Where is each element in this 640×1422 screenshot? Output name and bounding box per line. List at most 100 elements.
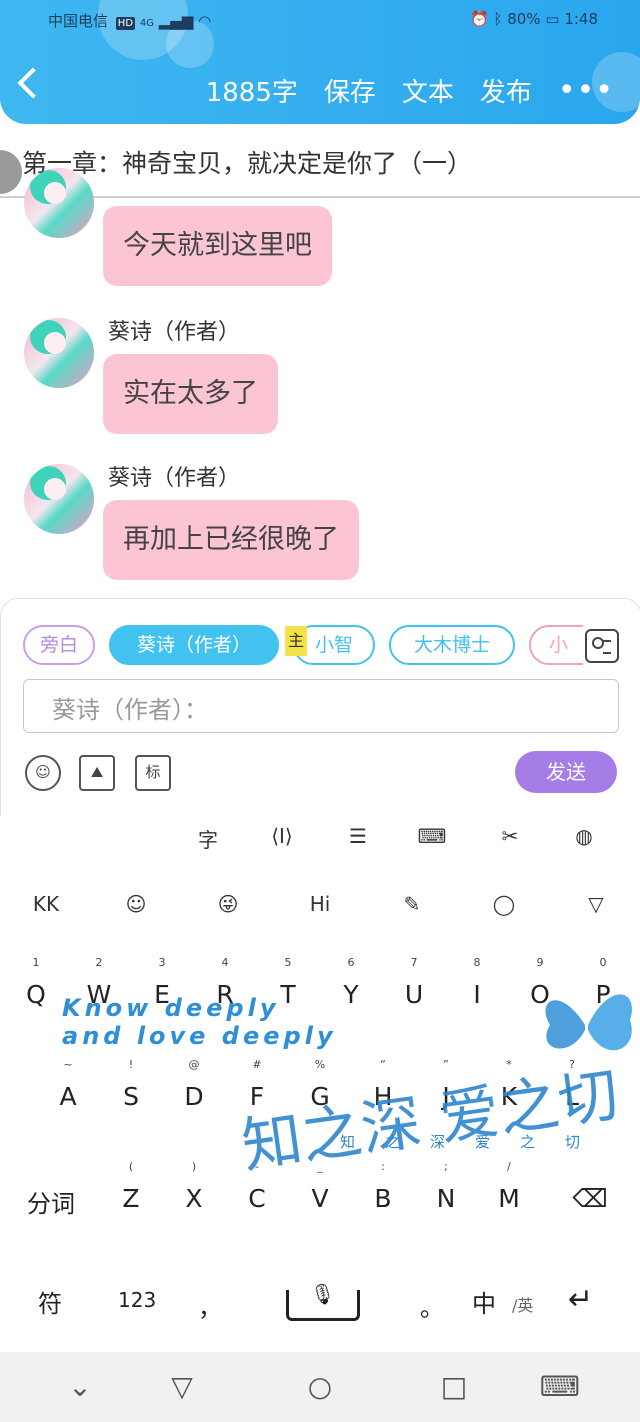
network-label: 4G: [139, 18, 154, 29]
message-author: 葵诗（作者）: [108, 466, 241, 491]
main-role-tag: 主: [285, 626, 307, 656]
alarm-icon: ⏰: [469, 10, 489, 28]
key-hint: %: [314, 1058, 326, 1071]
key-m[interactable]: / M: [489, 1160, 529, 1213]
period-key[interactable]: 。: [420, 1288, 444, 1323]
key-hint: (: [128, 1160, 134, 1173]
image-icon[interactable]: ⛰: [79, 755, 115, 791]
key-hint: “: [380, 1058, 386, 1071]
input-placeholder: 葵诗（作者）：: [52, 696, 208, 724]
emoji-face-icon[interactable]: ☺: [116, 884, 156, 924]
message-bubble[interactable]: 今天就到这里吧: [103, 206, 332, 286]
role-chip-author[interactable]: 葵诗（作者）: [109, 625, 279, 665]
search-icon[interactable]: ◯: [484, 884, 524, 924]
key-i[interactable]: 8I: [457, 956, 497, 1009]
role-chip-professor[interactable]: 大木博士: [389, 625, 515, 665]
key-hint: ;: [444, 1160, 448, 1173]
send-button[interactable]: 发送: [515, 751, 617, 793]
avatar[interactable]: [24, 464, 94, 534]
chinese-key[interactable]: 中: [472, 1284, 496, 1319]
key-hint: !: [128, 1058, 134, 1071]
clock: 1:48: [564, 10, 598, 28]
message-bubble[interactable]: 实在太多了: [103, 354, 278, 434]
avatar[interactable]: [24, 318, 94, 388]
key-u[interactable]: 7U: [394, 956, 434, 1009]
clipboard-icon[interactable]: ☰: [338, 824, 378, 848]
cursor-icon[interactable]: ⟨I⟩: [262, 824, 302, 848]
recents-nav-icon[interactable]: □: [424, 1352, 484, 1422]
save-button[interactable]: 保存: [324, 72, 376, 109]
more-icon[interactable]: •••: [558, 73, 614, 108]
key-q[interactable]: 1Q: [16, 956, 56, 1009]
keyboard-watermark-small: 知之深爱之切: [340, 1133, 611, 1151]
key-c[interactable]: -C: [237, 1160, 277, 1213]
english-key[interactable]: /英: [512, 1292, 533, 1316]
key-x[interactable]: ) X: [174, 1160, 214, 1213]
key-n[interactable]: ; N: [426, 1160, 466, 1213]
message-bubble[interactable]: 再加上已经很晚了: [103, 500, 359, 580]
hide-keyboard-icon[interactable]: ⌄: [50, 1352, 110, 1422]
message-input[interactable]: 葵诗（作者）：: [23, 679, 619, 733]
back-icon[interactable]: [17, 67, 49, 99]
system-nav-bar: ⌄ ▽ ○ □ ⌨: [0, 1352, 640, 1422]
key-hint: ~: [63, 1058, 73, 1071]
key-hint: /: [507, 1160, 511, 1173]
text-button[interactable]: 文本: [402, 72, 454, 109]
role-list-icon[interactable]: [585, 629, 619, 663]
numbers-key[interactable]: 123: [118, 1288, 156, 1312]
avatar[interactable]: [24, 168, 94, 238]
enter-icon[interactable]: ↵: [568, 1282, 593, 1317]
skin-icon[interactable]: ✎: [392, 884, 432, 924]
comma-key[interactable]: ，: [198, 1288, 222, 1323]
symbols-key[interactable]: 符: [38, 1284, 62, 1319]
key-z[interactable]: (Z: [111, 1160, 151, 1213]
backspace-icon[interactable]: ⌫: [566, 1184, 614, 1213]
cut-icon[interactable]: ✂: [490, 824, 530, 848]
segment-key[interactable]: 分词: [16, 1184, 86, 1219]
emoticon-icon[interactable]: 😜: [208, 884, 248, 924]
key-a[interactable]: ~ A: [48, 1058, 88, 1111]
message-author: 葵诗（作者）: [108, 320, 241, 345]
bluetooth-icon: ᛒ: [493, 10, 503, 28]
key-y[interactable]: 6Y: [331, 956, 371, 1009]
key-hint: 3: [158, 956, 166, 969]
key-hint: 4: [221, 956, 229, 969]
carrier-label: 中国电信: [48, 12, 109, 30]
handwriting-icon[interactable]: 字: [188, 824, 228, 853]
keyboard-layout-icon[interactable]: ⌨: [412, 824, 452, 848]
key-hint: 8: [473, 956, 481, 969]
key-hint: 5: [284, 956, 292, 969]
key-v[interactable]: _ V: [300, 1160, 340, 1213]
publish-button[interactable]: 发布: [480, 72, 532, 109]
key-hint: ): [191, 1160, 197, 1173]
key-hint: @: [188, 1058, 200, 1071]
emoji-icon[interactable]: ☺: [25, 755, 61, 791]
key-b[interactable]: :B: [363, 1160, 403, 1213]
battery-icon: ▭: [545, 10, 560, 28]
home-nav-icon[interactable]: ○: [290, 1352, 350, 1422]
key-hint: 7: [410, 956, 418, 969]
keyboard-switch-icon[interactable]: ⌨: [530, 1352, 590, 1422]
voice-icon[interactable]: ◍: [564, 824, 604, 848]
key-s[interactable]: ! S: [111, 1058, 151, 1111]
kk-icon[interactable]: KK: [26, 884, 66, 924]
key-hint: 1: [32, 956, 40, 969]
signal-icon: ▂▄▆: [158, 12, 194, 30]
app-header: 中国电信 HD 4G ▂▄▆ ◠ ⏰ ᛒ 80% ▭ 1:48 1885字 保存…: [0, 0, 640, 124]
battery-percent: 80%: [507, 10, 541, 28]
tag-button[interactable]: 标: [135, 755, 171, 791]
composer-panel: 旁白 葵诗（作者） 小智 大木博士 小 主 葵诗（作者）： ☺ ⛰ 标 发送: [0, 598, 640, 818]
hi-icon[interactable]: Hi: [300, 884, 340, 924]
role-chip-more[interactable]: 小: [529, 625, 583, 665]
collapse-keyboard-icon[interactable]: ▽: [576, 884, 616, 924]
role-chip-narration[interactable]: 旁白: [23, 625, 95, 665]
key-hint: 6: [347, 956, 355, 969]
chapter-bar: 第一章：神奇宝贝，就决定是你了（一）: [0, 124, 640, 198]
chapter-title[interactable]: 第一章：神奇宝贝，就决定是你了（一）: [22, 144, 472, 180]
hd-badge: HD: [115, 17, 136, 30]
key-d[interactable]: @ D: [174, 1058, 214, 1111]
microphone-icon[interactable]: 🎙: [310, 1282, 335, 1306]
back-nav-icon[interactable]: ▽: [152, 1352, 212, 1422]
word-count: 1885字: [205, 77, 298, 108]
key-hint: 9: [536, 956, 544, 969]
